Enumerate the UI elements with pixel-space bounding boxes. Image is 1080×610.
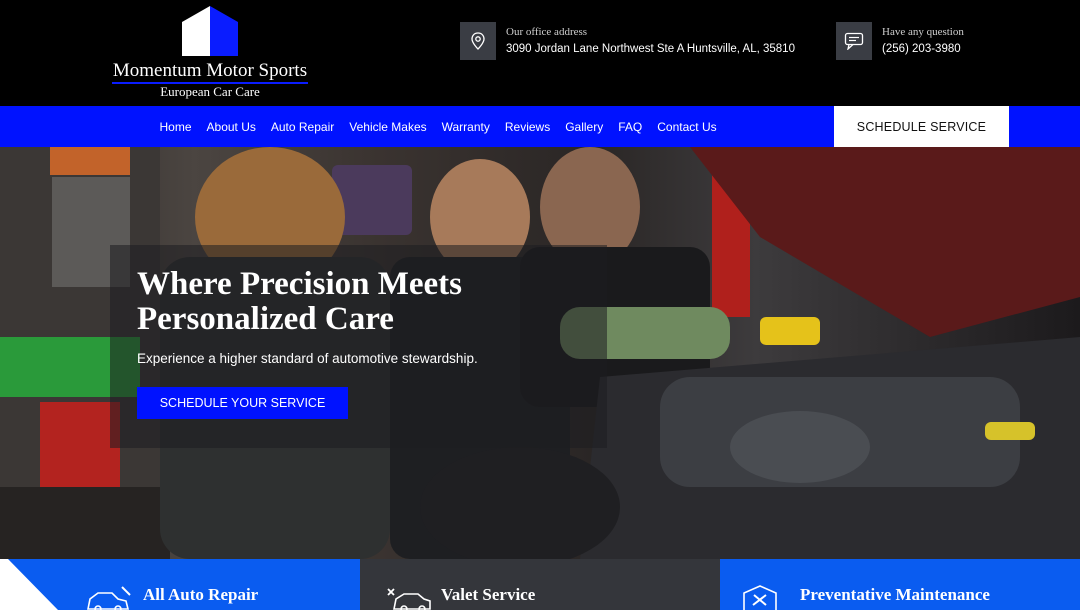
service-label-valet: Valet Service (441, 585, 536, 604)
car-valet-icon (387, 588, 431, 610)
site-logo[interactable]: Momentum Motor Sports European Car Care (108, 4, 312, 100)
nav-gallery[interactable]: Gallery (565, 120, 603, 134)
service-tile-preventative[interactable]: Preventative Maintenance (720, 559, 1080, 610)
services-strip: All Auto Repair Valet Service Preventati… (0, 559, 1080, 610)
logo-house-icon (182, 6, 238, 56)
nav-about-us[interactable]: About Us (207, 120, 256, 134)
schedule-service-button[interactable]: SCHEDULE SERVICE (834, 106, 1009, 147)
hero-section: Where Precision Meets Personalized Care … (0, 147, 1080, 559)
car-repair-icon (87, 586, 131, 610)
nav-reviews[interactable]: Reviews (505, 120, 550, 134)
address-label: Our office address (506, 26, 588, 38)
phone-label: Have any question (882, 26, 964, 38)
logo-tagline: European Car Care (160, 84, 260, 99)
office-address: Our office address 3090 Jordan Lane Nort… (460, 22, 795, 60)
wrench-shield-icon (743, 585, 777, 610)
nav-contact-us[interactable]: Contact Us (657, 120, 716, 134)
site-header: Momentum Motor Sports European Car Care … (0, 0, 1080, 106)
service-label-preventative: Preventative Maintenance (800, 585, 990, 604)
hero-subtitle: Experience a higher standard of automoti… (137, 351, 478, 366)
location-pin-icon (460, 22, 496, 60)
nav-home[interactable]: Home (160, 120, 192, 134)
nav-faq[interactable]: FAQ (618, 120, 642, 134)
address-value: 3090 Jordan Lane Northwest Ste A Huntsvi… (506, 43, 795, 55)
corner-accent (0, 559, 58, 610)
phone-contact: Have any question (256) 203-3980 (836, 22, 964, 60)
nav-auto-repair[interactable]: Auto Repair (271, 120, 334, 134)
logo-name: Momentum Motor Sports (112, 60, 308, 81)
hero-title: Where Precision Meets Personalized Care (137, 266, 463, 337)
nav-warranty[interactable]: Warranty (442, 120, 490, 134)
service-label-auto-repair: All Auto Repair (143, 585, 259, 604)
service-tile-auto-repair[interactable]: All Auto Repair (0, 559, 360, 610)
chat-icon (836, 22, 872, 60)
phone-number[interactable]: (256) 203-3980 (882, 43, 964, 55)
service-tile-valet[interactable]: Valet Service (360, 559, 720, 610)
nav-vehicle-makes[interactable]: Vehicle Makes (349, 120, 426, 134)
schedule-your-service-button[interactable]: SCHEDULE YOUR SERVICE (137, 387, 348, 419)
